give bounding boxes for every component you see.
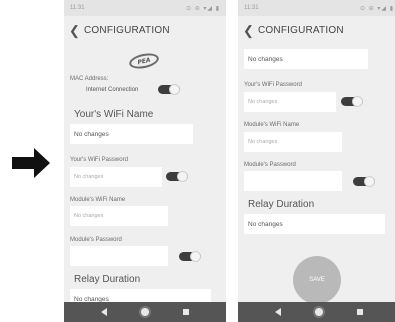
module-password-visibility-toggle[interactable]	[353, 176, 375, 187]
app-bar: ❮ CONFIGURATION	[238, 16, 395, 44]
page-title: CONFIGURATION	[84, 24, 170, 36]
back-arrow-icon[interactable]: ❮	[243, 24, 255, 37]
wifi-name-input[interactable]: No changes	[244, 49, 368, 69]
relay-duration-input[interactable]: No changes	[70, 289, 211, 302]
page-title: CONFIGURATION	[258, 24, 344, 36]
android-nav-bar	[238, 302, 395, 322]
wifi-password-input[interactable]: No changes	[70, 167, 162, 187]
mac-address-label: MAC Address:	[70, 76, 109, 82]
circle-home-icon[interactable]	[315, 308, 323, 316]
wifi-name-input[interactable]: No changes	[70, 124, 193, 144]
status-time: 11:31	[70, 5, 85, 11]
module-wifi-name-label: Module's WiFi Name	[70, 197, 126, 203]
module-password-label: Module's Password	[244, 162, 296, 168]
brand-logo-text: PEA	[136, 56, 152, 66]
wifi-password-visibility-toggle[interactable]	[341, 96, 363, 107]
module-wifi-name-input[interactable]: No changes	[244, 132, 342, 152]
module-password-input[interactable]	[70, 246, 168, 266]
square-recent-icon[interactable]	[183, 309, 189, 315]
status-time: 11:31	[244, 5, 259, 11]
save-button[interactable]: SAVE	[293, 256, 341, 302]
triangle-back-icon[interactable]	[101, 308, 107, 316]
status-icons: ⊙ ⊖ ▾◢ ▮	[186, 5, 220, 12]
module-password-label: Module's Password	[70, 237, 122, 243]
phone-screen-right: 11:31 ⊙ ⊖ ▾◢ ▮ ❮ CONFIGURATION Your's Wi…	[238, 0, 395, 322]
app-bar: ❮ CONFIGURATION	[64, 16, 226, 44]
status-bar: 11:31 ⊙ ⊖ ▾◢ ▮	[238, 0, 395, 16]
wifi-name-label: Your's WiFi Name	[248, 44, 327, 47]
module-password-visibility-toggle[interactable]	[179, 251, 201, 262]
wifi-password-label: Your's WiFi Password	[70, 157, 128, 163]
internet-connection-toggle[interactable]	[158, 84, 180, 95]
wifi-password-input[interactable]: No changes	[244, 92, 336, 112]
wifi-password-visibility-toggle[interactable]	[166, 171, 188, 182]
module-password-input[interactable]	[244, 171, 342, 191]
relay-duration-input[interactable]: No changes	[244, 214, 385, 234]
internet-connection-label: Internet Connection	[86, 87, 139, 93]
back-arrow-icon[interactable]: ❮	[69, 24, 81, 37]
triangle-back-icon[interactable]	[275, 308, 281, 316]
wifi-name-label: Your's WiFi Name	[74, 109, 154, 120]
brand-logo-icon: PEA	[127, 51, 161, 71]
right-arrow-icon	[12, 148, 50, 178]
square-recent-icon[interactable]	[357, 309, 363, 315]
scroll-content[interactable]: Your's WiFi Name No changes Your's WiFi …	[238, 44, 395, 302]
phone-screen-left: 11:31 ⊙ ⊖ ▾◢ ▮ ❮ CONFIGURATION PEA MAC A…	[64, 0, 226, 322]
relay-duration-label: Relay Duration	[74, 274, 141, 285]
relay-duration-label: Relay Duration	[248, 199, 315, 210]
scroll-content[interactable]: PEA MAC Address: Internet Connection You…	[64, 44, 226, 302]
android-nav-bar	[64, 302, 226, 322]
module-wifi-name-input[interactable]: No changes	[70, 206, 168, 226]
module-wifi-name-label: Module's WiFi Name	[244, 122, 300, 128]
wifi-password-label: Your's WiFi Password	[244, 82, 302, 88]
status-bar: 11:31 ⊙ ⊖ ▾◢ ▮	[64, 0, 226, 16]
circle-home-icon[interactable]	[141, 308, 149, 316]
status-icons: ⊙ ⊖ ▾◢ ▮	[360, 5, 394, 12]
